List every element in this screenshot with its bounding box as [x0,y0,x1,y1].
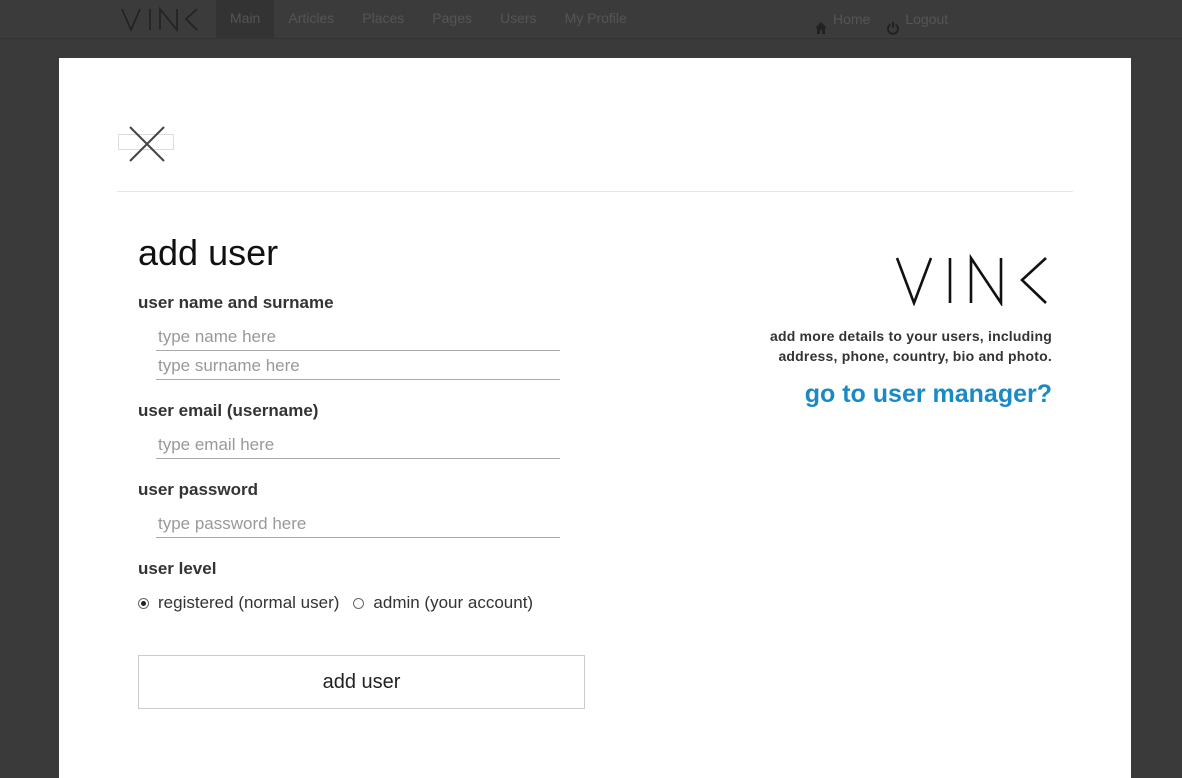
radio-registered-label[interactable]: registered (normal user) [158,593,339,613]
level-label: user level [138,559,217,578]
radio-registered[interactable] [138,597,149,609]
nav-item-places[interactable]: Places [348,0,418,38]
nav-item-users[interactable]: Users [486,0,551,38]
radio-admin-label[interactable]: admin (your account) [373,593,533,613]
add-user-modal: add user user name and surname user emai… [59,58,1131,778]
nav-item-main[interactable]: Main [216,0,275,38]
form-title: add user [138,232,279,273]
password-input[interactable] [156,510,560,538]
logout-link[interactable]: Logout [878,0,956,38]
home-icon [814,12,828,34]
logout-label: Logout [905,11,949,27]
side-text-line2: address, phone, country, bio and photo. [778,348,1052,364]
email-label: user email (username) [138,401,319,420]
radio-admin[interactable] [353,597,365,609]
nav-item-my-profile[interactable]: My Profile [551,0,641,38]
close-button[interactable] [118,125,176,165]
side-text-line1: add more details to your users, includin… [769,328,1052,344]
email-input[interactable] [156,431,560,459]
home-label: Home [833,11,871,27]
header-divider [117,191,1073,192]
password-label: user password [138,480,258,499]
nav-item-pages[interactable]: Pages [418,0,486,38]
name-label: user name and surname [138,293,334,312]
brand-logo[interactable] [120,5,200,33]
user-level-radio-group: registered (normal user) admin (your acc… [138,593,547,613]
main-nav: Main Articles Places Pages Users My Prof… [216,0,641,38]
side-brand-logo [895,253,1049,308]
add-user-button[interactable]: add user [138,655,585,709]
name-input[interactable] [156,323,560,351]
power-icon [886,12,900,35]
surname-input[interactable] [156,352,560,380]
home-link[interactable]: Home [806,0,878,38]
user-manager-link[interactable]: go to user manager? [719,380,1052,409]
close-icon [129,126,165,162]
nav-right: Home Logout [806,0,956,38]
top-navbar: Main Articles Places Pages Users My Prof… [0,0,1182,39]
nav-item-articles[interactable]: Articles [274,0,348,38]
